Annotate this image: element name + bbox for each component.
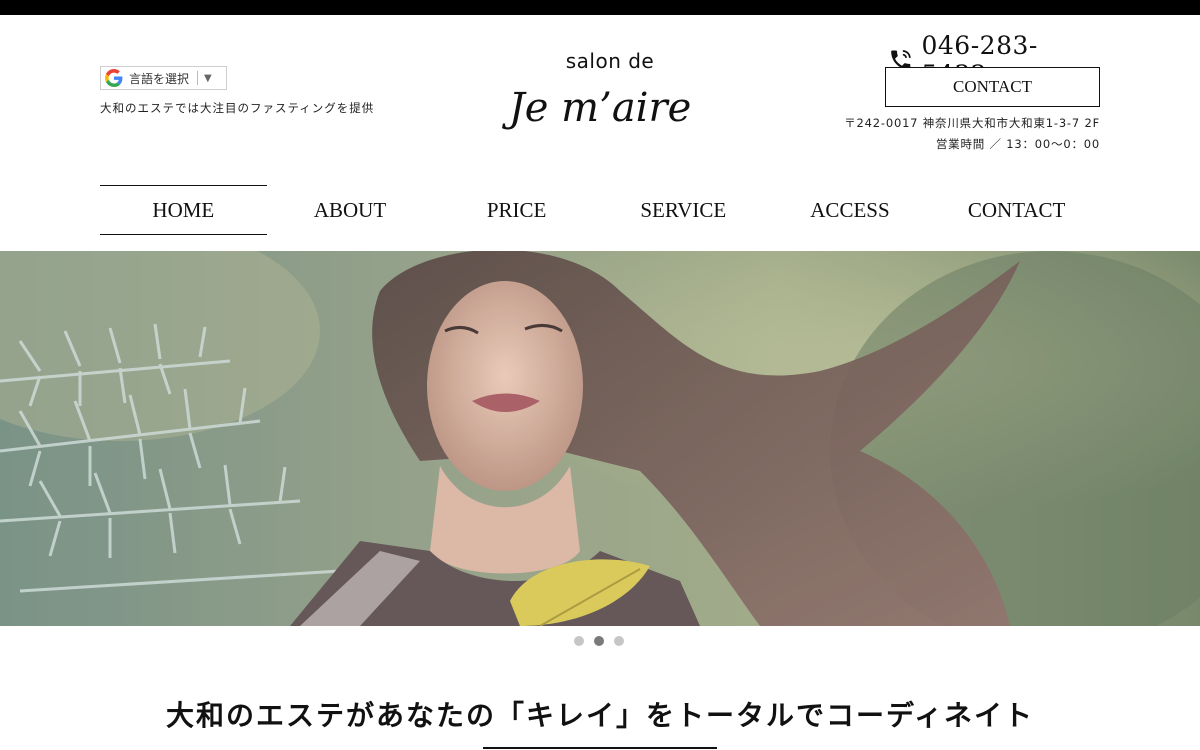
- chevron-down-icon: ▼: [204, 72, 212, 84]
- site-tagline: 大和のエステでは大注目のファスティングを提供: [100, 101, 375, 115]
- business-hours-text: 営業時間 ／ 13：00〜0：00: [935, 137, 1100, 151]
- google-icon: [105, 69, 123, 87]
- slider-dot-2[interactable]: [594, 636, 604, 646]
- nav-item-price[interactable]: PRICE: [433, 185, 600, 235]
- hero-photo: [0, 251, 1200, 626]
- main-nav: HOME ABOUT PRICE SERVICE ACCESS CONTACT: [100, 185, 1100, 237]
- nav-item-contact[interactable]: CONTACT: [933, 185, 1100, 235]
- logo-subtitle[interactable]: salon de: [560, 49, 660, 73]
- language-select[interactable]: 言語を選択 ▼: [100, 66, 227, 90]
- site-header: 言語を選択 ▼ 大和のエステでは大注目のファスティングを提供 salon de …: [0, 15, 1200, 251]
- language-select-divider: [197, 71, 199, 85]
- logo-title[interactable]: Je m’aire: [500, 85, 700, 131]
- address-text: 〒242-0017 神奈川県大和市大和東1-3-7 2F: [844, 116, 1100, 130]
- top-bar: [0, 0, 1200, 15]
- nav-item-about[interactable]: ABOUT: [267, 185, 434, 235]
- nav-item-access[interactable]: ACCESS: [767, 185, 934, 235]
- nav-item-service[interactable]: SERVICE: [600, 185, 767, 235]
- slider-dots: [574, 636, 624, 646]
- nav-item-home[interactable]: HOME: [100, 185, 267, 235]
- language-select-label: 言語を選択: [129, 71, 190, 86]
- contact-button[interactable]: CONTACT: [885, 67, 1100, 107]
- title-underline: [483, 747, 717, 749]
- hero-slider-image[interactable]: [0, 251, 1200, 626]
- section-title: 大和のエステがあなたの「キレイ」をトータルでコーディネイト: [165, 699, 1035, 732]
- slider-dot-3[interactable]: [614, 636, 624, 646]
- slider-dot-1[interactable]: [574, 636, 584, 646]
